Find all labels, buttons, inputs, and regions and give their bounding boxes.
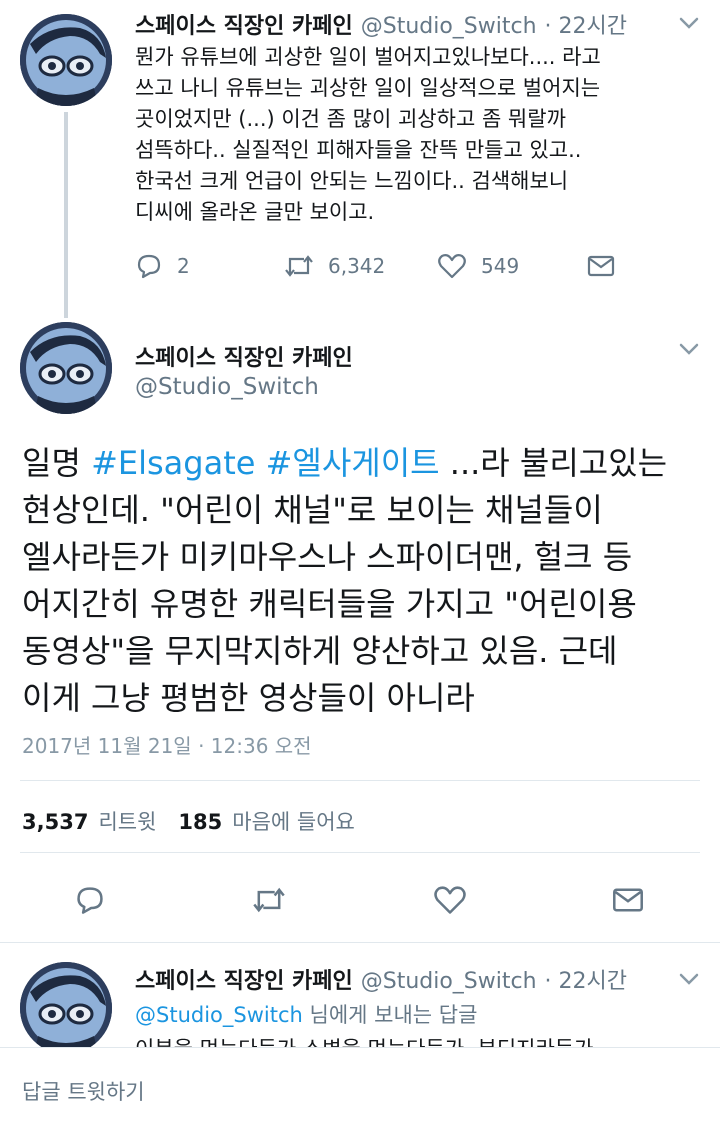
likes-value[interactable]: 185 <box>178 810 222 834</box>
retweets-label[interactable]: 리트윗 <box>98 806 156 836</box>
avatar[interactable] <box>20 322 112 414</box>
tweet-text-line: 섬뜩하다.. 실질적인 피해자들을 잔뜩 만들고 있고.. <box>135 138 582 162</box>
tweet-time: · 22시간 <box>544 14 628 39</box>
reply-button[interactable] <box>74 884 120 916</box>
retweet-button[interactable]: 6,342 <box>284 252 385 280</box>
likes-label[interactable]: 마음에 들어요 <box>232 806 355 836</box>
divider <box>20 852 700 853</box>
tweet-text-line: 동영상"을 무지막지하게 양산하고 있음. 근데 <box>22 632 618 670</box>
message-icon <box>613 888 643 912</box>
direct-message-button[interactable] <box>587 254 629 278</box>
like-count: 549 <box>481 254 520 278</box>
chevron-down-icon[interactable] <box>678 972 700 986</box>
reply-input-placeholder[interactable]: 답글 트윗하기 <box>22 1076 145 1106</box>
like-button[interactable]: 549 <box>437 252 519 280</box>
like-icon <box>438 254 466 279</box>
tweet-time: · 22시간 <box>544 969 628 994</box>
tweet-text-line: 곳이었지만 (...) 이건 좀 많이 괴상하고 좀 뭐랄까 <box>135 107 566 131</box>
author-handle[interactable]: @Studio_Switch <box>135 374 319 400</box>
avatar[interactable] <box>20 14 112 106</box>
reply-to-handle[interactable]: @Studio_Switch <box>135 1003 303 1027</box>
tweet-text: 뭔가 유튜브에 괴상한 일이 벌어지고있나보다.... 라고 쓰고 나니 유튜브… <box>135 42 675 228</box>
tweet-text-line: 디씨에 올라온 글만 보이고. <box>135 200 375 224</box>
retweet-button[interactable] <box>252 884 300 916</box>
reply-icon <box>137 254 161 279</box>
divider <box>20 780 700 781</box>
author-handle[interactable]: @Studio_Switch <box>361 969 537 994</box>
text-prefix: 일명 <box>22 444 92 482</box>
reply-count: 2 <box>177 254 190 278</box>
tweet-text-line: 일명 #Elsagate #엘사게이트 ...라 불리고있는 <box>22 440 702 487</box>
tweet-date: 2017년 11월 21일 · 12:36 오전 <box>22 734 312 758</box>
main-tweet-text: 일명 #Elsagate #엘사게이트 ...라 불리고있는 현상인데. "어린… <box>22 440 702 722</box>
retweets-value[interactable]: 3,537 <box>22 810 88 834</box>
reply-compose-bar[interactable]: 답글 트윗하기 <box>0 1047 720 1128</box>
retweet-icon <box>253 887 285 913</box>
tweet-text-line: 엘사라든가 미키마우스나 스파이더맨, 헐크 등 <box>22 538 633 576</box>
tweet-stats: 3,537 리트윗 185 마음에 들어요 <box>22 806 355 836</box>
like-icon <box>434 886 466 914</box>
chevron-down-icon[interactable] <box>678 16 700 30</box>
author-name[interactable]: 스페이스 직장인 카페인 <box>135 963 353 995</box>
tweet-text-line: 쓰고 나니 유튜브는 괴상한 일이 일상적으로 벌어지는 <box>135 76 601 100</box>
thread-line <box>64 112 68 318</box>
avatar[interactable] <box>20 962 112 1054</box>
tweet-text-line: 어지간히 유명한 캐릭터들을 가지고 "어린이용 <box>22 585 637 623</box>
direct-message-button[interactable] <box>612 886 658 914</box>
text-rest: ...라 불리고있는 <box>439 444 668 482</box>
retweet-count: 6,342 <box>328 254 386 278</box>
author-name[interactable]: 스페이스 직장인 카페인 <box>135 340 353 372</box>
hashtag-elsagate-korean[interactable]: #엘사게이트 <box>266 444 440 482</box>
author-name[interactable]: 스페이스 직장인 카페인 <box>135 8 353 40</box>
message-icon <box>587 255 615 277</box>
tweet-text-line: 한국선 크게 언급이 안되는 느낌이다.. 검색해보니 <box>135 169 569 193</box>
reply-context: @Studio_Switch 님에게 보내는 답글 <box>135 999 477 1029</box>
chevron-down-icon[interactable] <box>678 342 700 356</box>
reply-to-suffix: 님에게 보내는 답글 <box>302 1003 478 1027</box>
reply-button[interactable]: 2 <box>135 252 190 280</box>
tweet-text-line: 이게 그냥 평범한 영상들이 아니라 <box>22 679 475 717</box>
hashtag-elsagate[interactable]: #Elsagate <box>91 444 255 482</box>
tweet-text-line: 뭔가 유튜브에 괴상한 일이 벌어지고있나보다.... 라고 <box>135 45 601 69</box>
section-divider <box>0 942 720 943</box>
author-handle[interactable]: @Studio_Switch <box>361 14 537 39</box>
like-button[interactable] <box>433 884 481 916</box>
retweet-icon <box>285 255 313 277</box>
reply-icon <box>77 887 103 914</box>
tweet-text-line: 현상인데. "어린이 채널"로 보이는 채널들이 <box>22 491 603 529</box>
